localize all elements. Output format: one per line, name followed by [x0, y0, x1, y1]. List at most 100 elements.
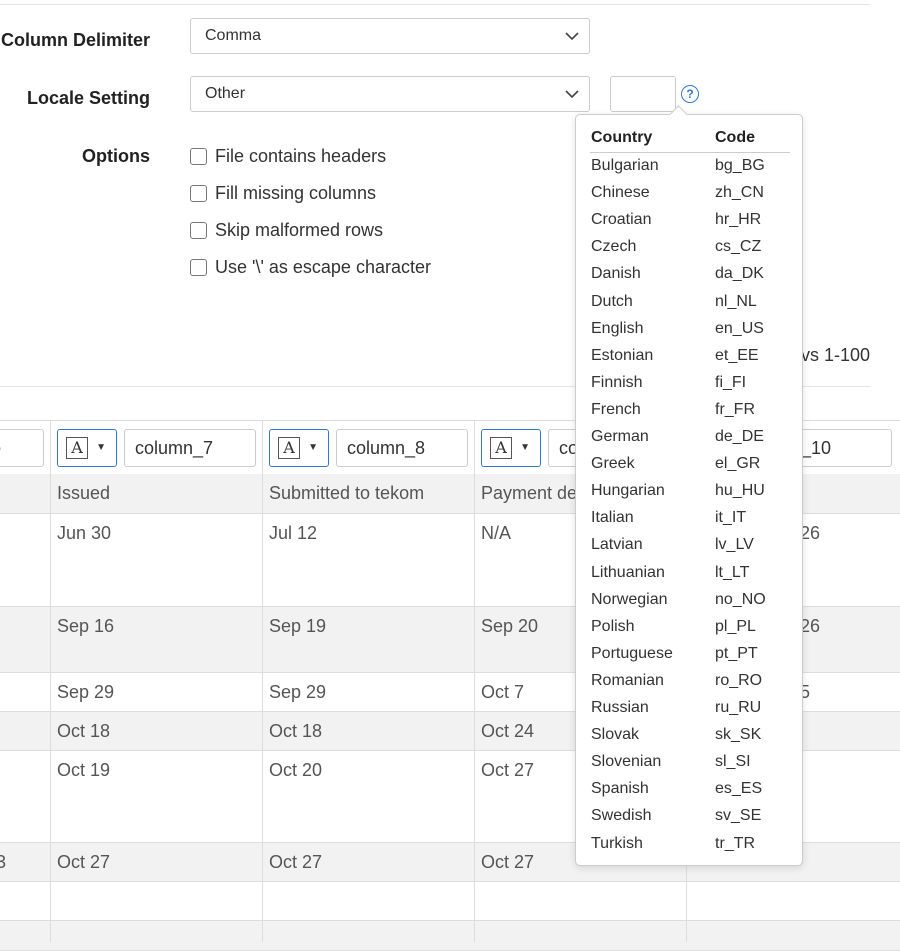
- option-escape-character[interactable]: Use '\' as escape character: [190, 257, 431, 278]
- column-type-button[interactable]: A ▼: [57, 429, 117, 467]
- text-type-icon: A: [66, 437, 88, 459]
- table-cell: Jul 12: [269, 523, 318, 543]
- locale-list-item: German de_DE: [591, 428, 791, 455]
- locale-code: nl_NL: [715, 292, 757, 310]
- column-name-input[interactable]: column_7: [124, 429, 256, 467]
- locale-list-item: Russian ru_RU: [591, 699, 791, 726]
- locale-country: Italian: [591, 509, 634, 527]
- table-cell: Oct 24: [481, 721, 535, 741]
- chevron-down-icon: [565, 19, 579, 41]
- table-cell: 3: [0, 852, 7, 872]
- locale-country: French: [591, 400, 641, 418]
- locale-list-item: Norwegian no_NO: [591, 591, 791, 618]
- locale-code: cs_CZ: [715, 238, 762, 256]
- checkbox[interactable]: [190, 185, 207, 202]
- locale-list-item: Greek el_GR: [591, 455, 791, 482]
- locale-country: Russian: [591, 699, 649, 716]
- locale-code: hu_HU: [715, 482, 765, 500]
- locale-list-item: Latvian lv_LV: [591, 536, 791, 563]
- locale-list-item: Polish pl_PL: [591, 618, 791, 645]
- table-cell: 26: [800, 616, 821, 636]
- locale-code: el_GR: [715, 455, 761, 473]
- locale-code: en_US: [715, 319, 764, 337]
- option-skip-malformed-rows[interactable]: Skip malformed rows: [190, 220, 383, 241]
- checkbox[interactable]: [190, 148, 207, 165]
- locale-code: zh_CN: [715, 184, 764, 202]
- locale-list-item: Spanish es_ES: [591, 780, 791, 807]
- locale-code: it_IT: [715, 509, 747, 527]
- help-icon[interactable]: ?: [681, 85, 699, 103]
- locale-code: bg_BG: [715, 157, 765, 174]
- popover-header-country: Country: [591, 129, 653, 146]
- locale-code: lv_LV: [715, 536, 754, 554]
- locale-list-item: Slovenian sl_SI: [591, 753, 791, 780]
- locale-list-item: Croatian hr_HR: [591, 211, 791, 238]
- option-text: Skip malformed rows: [215, 220, 384, 240]
- locale-country: Norwegian: [591, 590, 668, 608]
- column-name-input[interactable]: column_8: [336, 429, 468, 467]
- column-type-button[interactable]: A ▼: [481, 429, 541, 467]
- locale-country: Greek: [591, 455, 635, 473]
- locale-country: Slovak: [591, 726, 640, 744]
- caret-down-icon: ▼: [520, 442, 530, 453]
- locale-country: Romanian: [591, 671, 664, 689]
- locale-list-item: Estonian et_EE: [591, 347, 791, 374]
- locale-code: fi_FI: [715, 373, 747, 391]
- locale-country: Croatian: [591, 211, 652, 229]
- locale-codes-popover: Country Code Bulgarian bg_BG Chinese zh_CN C…: [575, 105, 803, 866]
- locale-code: sk_SK: [715, 726, 762, 744]
- table-cell: Oct 7: [481, 682, 525, 702]
- table-cell: Sep 29: [57, 682, 115, 702]
- table-cell: Oct 18: [57, 721, 111, 741]
- locale-list-item: Portuguese pt_PT: [591, 645, 791, 672]
- popover-header-code: Code: [715, 129, 755, 146]
- locale-country: Finnish: [591, 373, 643, 391]
- column-separator: [50, 420, 51, 942]
- table-cell: Jun 30: [57, 523, 112, 543]
- option-file-contains-headers[interactable]: File contains headers: [190, 146, 386, 167]
- locale-code: et_EE: [715, 346, 759, 364]
- locale-list-item: Danish da_DK: [591, 265, 791, 292]
- locale-code: lt_LT: [715, 563, 750, 581]
- locale-country: German: [591, 428, 649, 445]
- column-separator: [262, 420, 263, 942]
- locale-country: Portuguese: [591, 644, 673, 662]
- table-cell: Payment de: [481, 483, 578, 503]
- locale-list-item: Slovak sk_SK: [591, 726, 791, 753]
- chevron-down-icon: [565, 77, 579, 99]
- table-cell: Oct 27: [481, 852, 535, 872]
- locale-list-item: Chinese zh_CN: [591, 184, 791, 211]
- locale-setting-select[interactable]: Other: [190, 76, 590, 112]
- table-cell: Sep 16: [57, 616, 115, 636]
- table-cell: N/A: [481, 523, 512, 543]
- table-cell: Sep 19: [269, 616, 327, 636]
- table-cell: Sep 29: [269, 682, 327, 702]
- locale-code: ru_RU: [715, 699, 762, 716]
- column-type-button[interactable]: A ▼: [269, 429, 329, 467]
- locale-code-input[interactable]: [610, 76, 676, 112]
- locale-country: Turkish: [591, 834, 643, 852]
- locale-setting-label: Locale Setting: [26, 88, 150, 108]
- locale-code: ro_RO: [715, 671, 763, 689]
- locale-code: tr_TR: [715, 834, 755, 852]
- locale-list-item: Dutch nl_NL: [591, 293, 791, 320]
- locale-code: pl_PL: [715, 617, 756, 635]
- option-fill-missing-columns[interactable]: Fill missing columns: [190, 183, 376, 204]
- locale-code: pt_PT: [715, 644, 758, 662]
- checkbox[interactable]: [190, 259, 207, 276]
- locale-code: sv_SE: [715, 807, 762, 825]
- locale-list-item: Romanian ro_RO: [591, 672, 791, 699]
- locale-list-item: English en_US: [591, 320, 791, 347]
- locale-list-item: Czech cs_CZ: [591, 238, 791, 265]
- locale-list-item: French fr_FR: [591, 401, 791, 428]
- locale-country: Latvian: [591, 536, 643, 554]
- table-cell: Oct 20: [269, 760, 323, 780]
- column-name-input[interactable]: o: [0, 429, 44, 467]
- table-row: [0, 921, 900, 951]
- checkbox[interactable]: [190, 222, 207, 239]
- locale-country: English: [591, 319, 644, 337]
- locale-code: de_DE: [715, 428, 764, 445]
- column-delimiter-select[interactable]: Comma: [190, 18, 590, 54]
- locale-country: Czech: [591, 238, 637, 256]
- popover-header-divider: [590, 152, 790, 153]
